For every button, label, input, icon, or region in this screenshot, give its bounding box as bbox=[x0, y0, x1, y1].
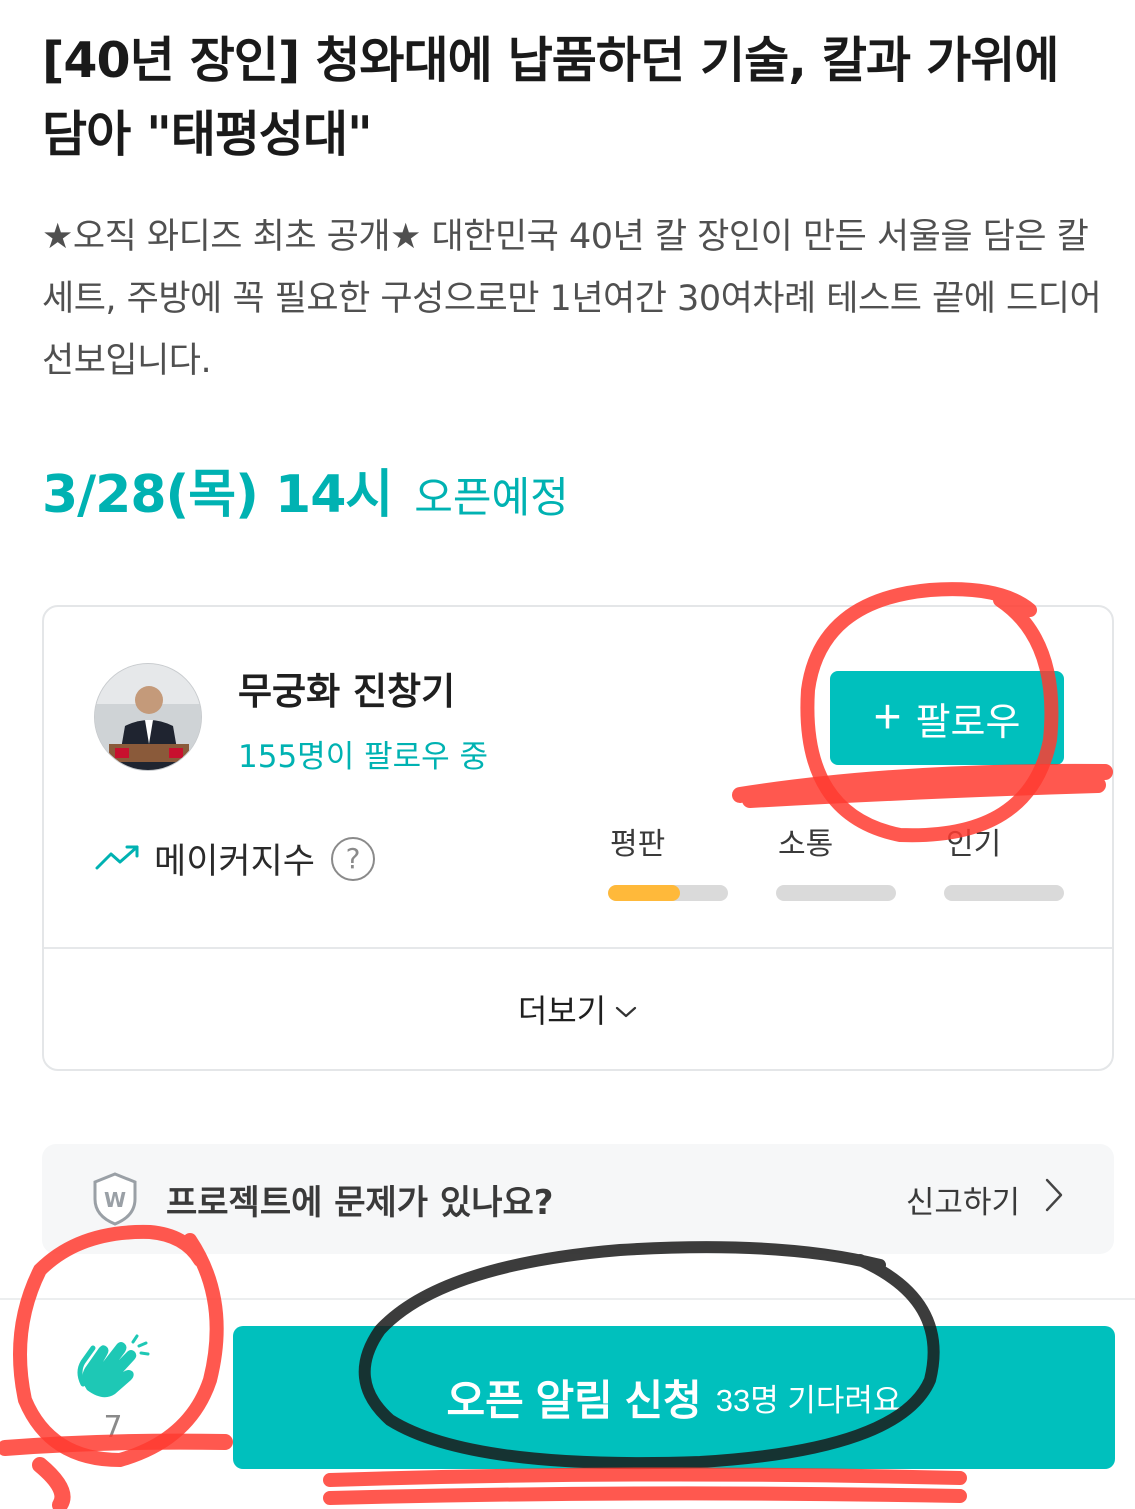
metric-reputation: 평판 bbox=[608, 819, 728, 901]
red-underline-clap bbox=[0, 1433, 233, 1509]
project-title: [40년 장인] 청와대에 납품하던 기술, 칼과 가위에 담아 "태평성대" bbox=[42, 32, 1059, 163]
metric-bar bbox=[776, 885, 896, 901]
shield-icon: W bbox=[90, 1171, 140, 1227]
open-label: 오픈예정 bbox=[414, 473, 569, 522]
metric-label: 평판 bbox=[610, 827, 666, 862]
maker-card: 무궁화 진창기 155명이 팔로우 중 + 팔로우 메이커지수 ? 평판 소통 … bbox=[42, 605, 1114, 1071]
chevron-down-icon bbox=[614, 990, 638, 1028]
maker-index-label: 메이커지수 bbox=[154, 842, 316, 882]
more-button[interactable]: 더보기 bbox=[44, 949, 1112, 1069]
open-date: 3/28(목) 14시 bbox=[42, 465, 393, 525]
clap-icon bbox=[73, 1334, 153, 1406]
metric-label: 인기 bbox=[946, 827, 1002, 862]
maker-name[interactable]: 무궁화 진창기 bbox=[238, 661, 455, 715]
report-link-label: 신고하기 bbox=[905, 1184, 1020, 1221]
metric-fill bbox=[608, 885, 680, 901]
report-link[interactable]: 신고하기 bbox=[906, 1144, 1064, 1254]
plus-icon: + bbox=[873, 691, 902, 744]
notify-label: 오픈 알림 신청 bbox=[446, 1377, 702, 1424]
metric-bar bbox=[944, 885, 1064, 901]
open-notify-button[interactable]: 오픈 알림 신청 33명 기다려요 bbox=[233, 1326, 1115, 1469]
avatar[interactable] bbox=[94, 663, 202, 771]
divider bbox=[0, 1298, 1135, 1300]
report-bar[interactable]: W 프로젝트에 문제가 있나요? 신고하기 bbox=[42, 1144, 1114, 1254]
metric-label: 소통 bbox=[778, 827, 834, 862]
notify-waiting-count: 33명 기다려요 bbox=[715, 1383, 902, 1418]
clap-count: 7 bbox=[103, 1410, 123, 1445]
shield-letter: W bbox=[104, 1188, 126, 1212]
metric-bar bbox=[608, 885, 728, 901]
more-label: 더보기 bbox=[517, 992, 607, 1030]
report-question: 프로젝트에 문제가 있나요? bbox=[166, 1182, 554, 1223]
project-description: ★오직 와디즈 최초 공개★ 대한민국 40년 칼 장인이 만든 서울을 담은 … bbox=[42, 217, 1102, 381]
follower-count: 155명이 팔로우 중 bbox=[238, 739, 488, 775]
open-schedule: 3/28(목) 14시 오픈예정 bbox=[42, 452, 569, 525]
trend-up-icon bbox=[94, 842, 142, 876]
help-icon[interactable]: ? bbox=[331, 836, 376, 881]
follow-button[interactable]: + 팔로우 bbox=[830, 671, 1064, 765]
red-underline-notify bbox=[323, 1467, 967, 1505]
maker-index: 메이커지수 ? bbox=[94, 833, 376, 884]
chevron-right-icon bbox=[1044, 1177, 1064, 1221]
clap-button[interactable]: 7 bbox=[70, 1332, 156, 1445]
metric-communication: 소통 bbox=[776, 819, 896, 901]
follow-label: 팔로우 bbox=[915, 701, 1021, 744]
metric-popularity: 인기 bbox=[944, 819, 1064, 901]
